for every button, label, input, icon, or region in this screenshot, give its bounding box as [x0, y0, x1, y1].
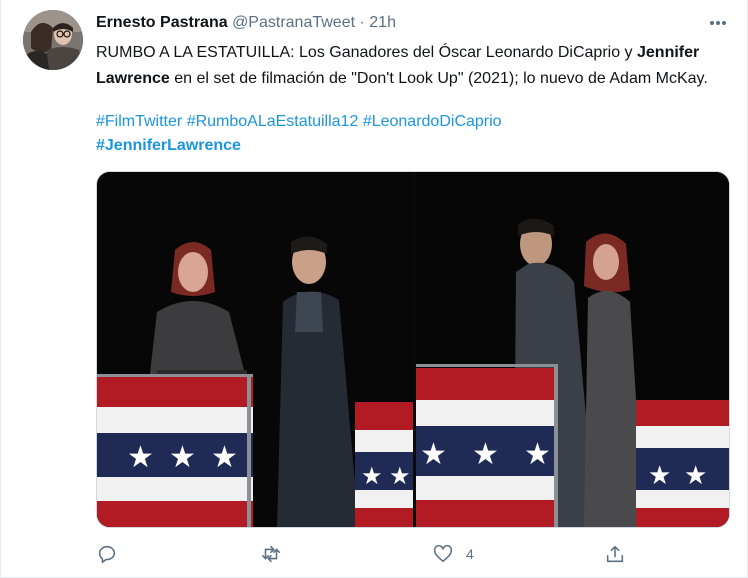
svg-text:★: ★ [361, 462, 383, 490]
reply-button[interactable] [96, 540, 118, 568]
svg-text:★: ★ [169, 440, 196, 475]
tweet-text-part1: RUMBO A LA ESTATUILLA: Los Ganadores del… [96, 44, 637, 61]
like-count: 4 [466, 546, 474, 562]
tweet-actions: 4 [96, 540, 636, 568]
more-options-button[interactable] [705, 12, 731, 34]
tweet-text-part2: en el set de filmación de "Don't Look Up… [169, 70, 708, 87]
tweet-text: RUMBO A LA ESTATUILLA: Los Ganadores del… [96, 40, 716, 92]
hashtag-link-bold[interactable]: #JenniferLawrence [96, 137, 241, 154]
bunting-left: ★ ★ ★ [97, 377, 253, 527]
svg-text:★: ★ [389, 462, 411, 490]
hashtag-link[interactable]: #RumboALaEstatuilla12 [187, 113, 359, 130]
tweet-card[interactable]: Ernesto Pastrana @PastranaTweet · 21h RU… [0, 0, 748, 578]
svg-text:★: ★ [524, 437, 551, 472]
reply-icon [98, 545, 116, 564]
avatar-image [23, 10, 83, 70]
tweet-header: Ernesto Pastrana @PastranaTweet · 21h [96, 13, 396, 33]
svg-text:★: ★ [420, 437, 447, 472]
photo-right-image: ★ ★ ★ ★ ★ [416, 172, 729, 527]
like-button[interactable]: 4 [432, 540, 474, 568]
svg-text:★: ★ [211, 440, 238, 475]
photo-left[interactable]: ★ ★ ★ ★ ★ [97, 172, 413, 527]
svg-text:★: ★ [472, 437, 499, 472]
avatar[interactable] [23, 10, 83, 70]
separator-dot: · [359, 14, 365, 31]
photo-right[interactable]: ★ ★ ★ ★ ★ [416, 172, 729, 527]
author-handle[interactable]: @PastranaTweet [232, 14, 355, 31]
retweet-icon [261, 545, 281, 563]
retweet-button[interactable] [260, 540, 282, 568]
more-icon [710, 21, 726, 25]
bunting-right: ★ ★ [355, 402, 413, 527]
photo-left-image: ★ ★ ★ ★ ★ [97, 172, 413, 527]
svg-text:★: ★ [648, 461, 671, 491]
hashtag-link[interactable]: #FilmTwitter [96, 113, 182, 130]
hashtag-link[interactable]: #LeonardoDiCaprio [363, 113, 502, 130]
media-gallery: ★ ★ ★ ★ ★ ★ ★ ★ ★ ★ [96, 171, 730, 528]
svg-text:★: ★ [127, 440, 154, 475]
author-name[interactable]: Ernesto Pastrana [96, 14, 228, 31]
share-icon [606, 545, 624, 563]
svg-text:★: ★ [684, 461, 707, 491]
heart-icon [433, 544, 453, 563]
share-button[interactable] [604, 540, 626, 568]
hashtag-list: #FilmTwitter #RumboALaEstatuilla12 #Leon… [96, 110, 716, 158]
timestamp[interactable]: 21h [369, 14, 396, 31]
